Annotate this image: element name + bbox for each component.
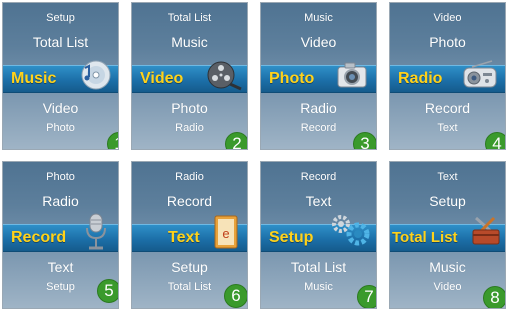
menu-item-above-2[interactable]: Total List — [132, 13, 247, 24]
menu-screen-4: Video Photo Radio Record Text 4 — [390, 3, 505, 149]
menu-item-below-2[interactable]: Photo — [3, 123, 118, 134]
menu-screen-1: Setup Total List Music Video Photo 1 — [3, 3, 118, 149]
menu-item-below-1[interactable]: Music — [390, 260, 505, 274]
menu-item-below-1[interactable]: Video — [3, 101, 118, 115]
toolbox-icon — [472, 216, 500, 245]
menu-item-above-2[interactable]: Photo — [3, 172, 118, 183]
menu-item-below-1[interactable]: Radio — [261, 101, 376, 115]
music-cd-icon — [81, 60, 111, 90]
menu-item-above-1[interactable]: Total List — [3, 35, 118, 49]
selected-label: Text — [168, 229, 200, 246]
menu-item-below-1[interactable]: Setup — [132, 260, 247, 274]
camera-icon — [337, 62, 367, 88]
menu-screen-3: Music Video Photo Radio Record 3 — [261, 3, 376, 149]
menu-item-above-1[interactable]: Video — [261, 35, 376, 49]
ebook-icon: e — [214, 215, 238, 249]
selected-label: Video — [140, 70, 184, 87]
radio-icon — [463, 60, 497, 88]
step-badge: 8 — [483, 286, 505, 308]
menu-screen-6: Radio Record Text e Setup Total List 6 — [132, 162, 247, 308]
menu-item-above-1[interactable]: Music — [132, 35, 247, 49]
step-badge: 5 — [97, 279, 118, 303]
menu-item-above-2[interactable]: Radio — [132, 172, 247, 183]
microphone-icon — [86, 213, 106, 250]
menu-item-above-1[interactable]: Record — [132, 194, 247, 208]
menu-item-above-1[interactable]: Photo — [390, 35, 505, 49]
step-badge: 6 — [224, 284, 247, 308]
menu-item-above-2[interactable]: Text — [390, 172, 505, 183]
svg-text:e: e — [222, 226, 229, 241]
step-badge: 4 — [485, 132, 505, 149]
menu-item-above-2[interactable]: Video — [390, 13, 505, 24]
menu-item-above-1[interactable]: Text — [261, 194, 376, 208]
menu-screen-5: Photo Radio Record Text Setup 5 — [3, 162, 118, 308]
menu-item-above-1[interactable]: Setup — [390, 194, 505, 208]
menu-item-above-2[interactable]: Record — [261, 172, 376, 183]
menu-item-below-2[interactable]: Text — [390, 123, 505, 134]
selected-label: Radio — [398, 70, 443, 87]
menu-item-above-2[interactable]: Music — [261, 13, 376, 24]
menu-item-below-2[interactable]: Radio — [132, 123, 247, 134]
selected-label: Photo — [269, 70, 315, 87]
step-badge: 1 — [107, 132, 118, 149]
menu-item-below-1[interactable]: Photo — [132, 101, 247, 115]
menu-item-below-1[interactable]: Record — [390, 101, 505, 115]
selected-label: Setup — [269, 229, 314, 246]
menu-item-below-1[interactable]: Text — [3, 260, 118, 274]
selected-label: Total List — [392, 229, 458, 246]
menu-item-below-1[interactable]: Total List — [261, 260, 376, 274]
step-badge: 3 — [353, 132, 376, 149]
selected-label: Music — [11, 70, 57, 87]
menu-screen-7: Record Text Setup Total List Music 7 — [261, 162, 376, 308]
menu-item-above-1[interactable]: Radio — [3, 194, 118, 208]
menu-item-above-2[interactable]: Setup — [3, 13, 118, 24]
menu-screen-8: Text Setup Total List Music Video 8 — [390, 162, 505, 308]
selected-label: Record — [11, 229, 67, 246]
step-badge: 2 — [225, 132, 247, 149]
gears-icon — [332, 215, 370, 246]
film-reel-icon — [207, 61, 242, 91]
step-badge: 7 — [357, 285, 376, 308]
menu-screen-2: Total List Music Video Photo Radio 2 — [132, 3, 247, 149]
